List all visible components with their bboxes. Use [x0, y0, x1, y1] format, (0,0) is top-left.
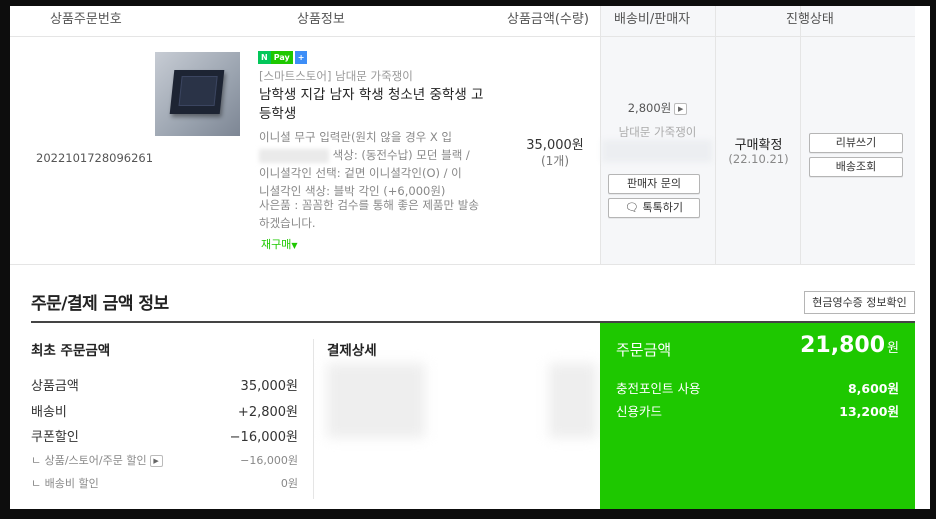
product-thumbnail[interactable]: [155, 52, 240, 136]
order-table-header: 상품주문번호 상품정보 상품금액(수량) 배송비/판매자 진행상태: [10, 6, 915, 37]
store-name[interactable]: [스마트스토어] 남대문 가죽쟁이: [259, 68, 413, 84]
amount-row: 상품금액 35,000원: [31, 379, 298, 394]
payment-method-row: 충전포인트 사용 8,600원: [616, 381, 899, 396]
product-qty: (1개): [540, 154, 570, 168]
npay-pay-mark: Pay: [270, 51, 293, 64]
redacted-text: [259, 148, 329, 163]
option-line: 색상: (동전수납) 모던 블랙 /: [259, 146, 484, 164]
order-row: 2022101728096261 N Pay + [스마트스토어] 남대문 가죽쟁이…: [10, 37, 915, 265]
redacted-text: [602, 140, 712, 162]
play-icon[interactable]: ▶: [674, 102, 688, 115]
amount-row: 쿠폰할인 −16,000원: [31, 430, 298, 445]
play-icon[interactable]: ▶: [149, 455, 163, 467]
status-date: (22.10.21): [728, 152, 789, 166]
amount-sub-row: ㄴ 배송비 할인 0원: [31, 477, 298, 490]
order-number: 2022101728096261: [36, 151, 154, 165]
order-total-panel: 주문금액 21,800 원 충전포인트 사용 8,600원 신용카드 13,200원: [600, 323, 915, 509]
chevron-down-icon: ▼: [291, 241, 298, 250]
product-name-link[interactable]: 남학생 지갑 남자 학생 청소년 중학생 고등학생: [259, 86, 489, 124]
shipping-fee: 2,800원 ▶: [600, 100, 715, 116]
header-product-info: 상품정보: [297, 12, 345, 27]
header-order-no: 상품주문번호: [50, 12, 122, 27]
initial-amount-title: 최초 주문금액: [31, 343, 111, 359]
seller-inquiry-button[interactable]: 판매자 문의: [608, 174, 700, 194]
npay-n-mark: N: [258, 51, 271, 64]
order-total-amount: 21,800 원: [800, 333, 899, 358]
product-options: 이니셜 무구 입력란(원치 않을 경우 X 입 색상: (동전수납) 모던 블랙…: [259, 128, 484, 200]
cash-receipt-button[interactable]: 현금영수증 정보확인: [804, 291, 915, 314]
amount-sub-row: ㄴ 상품/스토어/주문 할인 ▶ −16,000원: [31, 454, 298, 467]
wallet-box-image: [169, 70, 225, 114]
order-total-label: 주문금액: [616, 341, 672, 359]
header-status: 진행상태: [786, 12, 834, 27]
gift-note: 사은품 : 꼼꼼한 검수를 통해 좋은 제품만 발송하겠습니다.: [259, 198, 479, 230]
payment-detail-title: 결제상세: [327, 343, 377, 359]
option-line: 이니셜각인 선택: 겉면 이니셜각인(O) / 이: [259, 166, 462, 180]
seller-name: 남대문 가죽쟁이: [618, 125, 697, 139]
rebuy-link[interactable]: 재구매▼: [261, 236, 298, 252]
tracking-button[interactable]: 배송조회: [809, 157, 903, 177]
review-button[interactable]: 리뷰쓰기: [809, 133, 903, 153]
npay-plus-badge: N Pay +: [258, 51, 308, 64]
npay-plus-mark: +: [294, 51, 308, 64]
section-title: 주문/결제 금액 정보: [31, 294, 169, 314]
talk-button[interactable]: 🗨 톡톡하기: [608, 198, 700, 218]
payment-method-row: 신용카드 13,200원: [616, 404, 899, 419]
header-shipping-seller: 배송비/판매자: [614, 12, 691, 27]
option-line: 이니셜 무구 입력란(원치 않을 경우 X 입: [259, 130, 452, 144]
payment-detail-panel: 결제상세: [327, 323, 597, 509]
initial-amount-panel: 최초 주문금액 상품금액 35,000원 배송비 +2,800원 쿠폰할인 −16,0…: [31, 323, 321, 509]
product-price: 35,000원: [526, 138, 584, 153]
order-detail-page: 상품주문번호 상품정보 상품금액(수량) 배송비/판매자 진행상태 202210…: [10, 6, 930, 509]
redacted-text: [327, 363, 425, 438]
divider: [313, 339, 314, 499]
amount-row: 배송비 +2,800원: [31, 405, 298, 420]
header-amount-qty: 상품금액(수량): [507, 12, 589, 27]
redacted-text: [549, 363, 597, 438]
chat-icon: 🗨: [625, 201, 639, 214]
order-status: 구매확정: [734, 138, 783, 153]
